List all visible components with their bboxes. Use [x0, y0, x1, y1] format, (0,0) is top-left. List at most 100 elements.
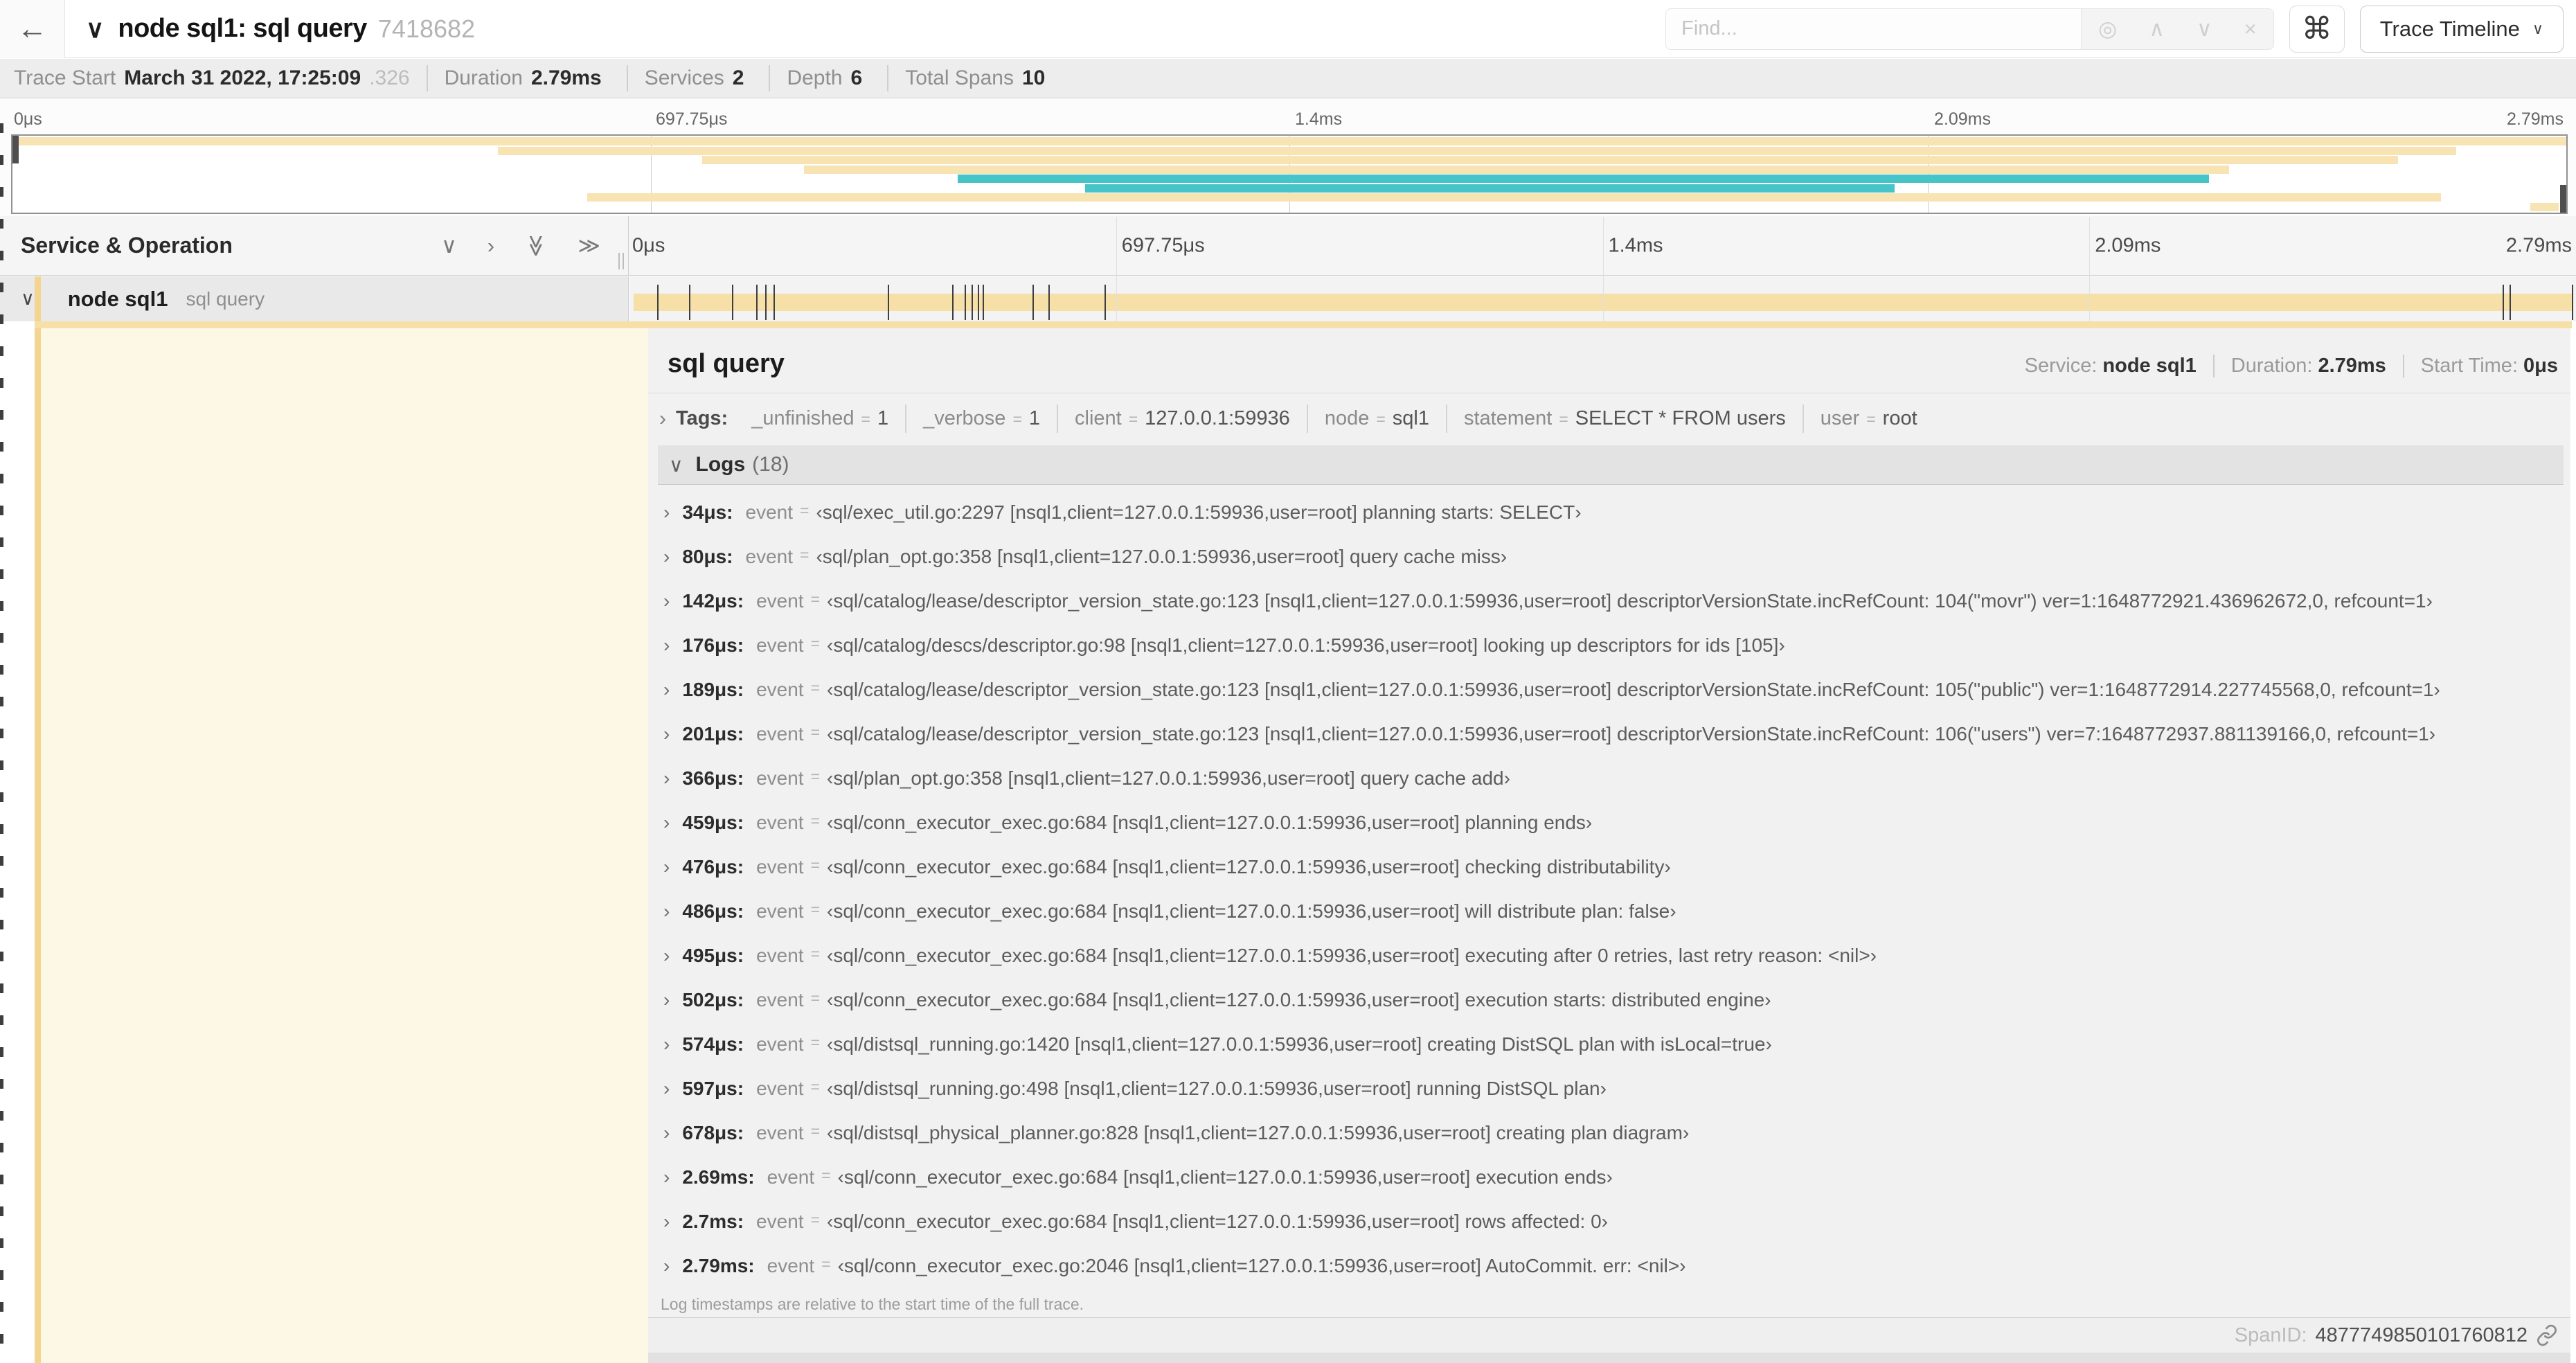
log-equals: =: [821, 1166, 831, 1184]
tag-equals: =: [1866, 410, 1876, 428]
span-detail-header: sql query Service: node sql1 Duration: 2.7…: [648, 328, 2570, 393]
span-row-service-cell[interactable]: ∨ node sql1 sql query: [0, 276, 629, 321]
collapse-deep-icon[interactable]: ≫: [578, 233, 600, 258]
log-equals: =: [810, 1211, 820, 1229]
timeline-tick-label: 1.4ms: [1608, 234, 1663, 256]
log-row[interactable]: › 476μs: event = ‹sql/conn_executor_exec…: [658, 845, 2564, 889]
timeline-gridline: [1602, 217, 1604, 321]
log-timestamp: 495μs:: [682, 945, 744, 966]
keyboard-shortcuts-button[interactable]: ⌘: [2289, 5, 2345, 53]
clear-search-icon[interactable]: ×: [2244, 17, 2257, 42]
span-meta-item: Duration: 2.79ms: [2212, 355, 2386, 377]
log-row[interactable]: › 597μs: event = ‹sql/distsql_running.go…: [658, 1067, 2564, 1111]
span-row[interactable]: ∨ node sql1 sql query: [0, 217, 2576, 321]
log-expand-chevron-icon[interactable]: ›: [663, 1211, 670, 1233]
tags-expand-chevron-icon[interactable]: ›: [659, 407, 666, 431]
log-expand-chevron-icon[interactable]: ›: [663, 812, 670, 834]
log-expand-chevron-icon[interactable]: ›: [663, 767, 670, 790]
back-button[interactable]: ←: [0, 0, 65, 58]
log-row[interactable]: › 2.7ms: event = ‹sql/conn_executor_exec…: [658, 1200, 2564, 1244]
timeline-tick-label: 1.4ms: [1295, 109, 1343, 129]
left-edge-scrollbar[interactable]: [0, 123, 3, 1363]
log-expand-chevron-icon[interactable]: ›: [663, 989, 670, 1011]
summary-value: 2: [732, 66, 744, 89]
prev-result-icon[interactable]: ∧: [2149, 17, 2165, 42]
tag-equals: =: [1128, 410, 1138, 428]
column-resize-grip[interactable]: [618, 253, 624, 269]
summary-item: Depth 6: [769, 65, 870, 91]
logs-count: (18): [752, 453, 789, 476]
collapse-trace-chevron-icon[interactable]: ∨: [86, 15, 104, 44]
log-expand-chevron-icon[interactable]: ›: [663, 546, 670, 568]
minimap-span-bar: [957, 175, 2209, 183]
next-result-icon[interactable]: ∨: [2197, 17, 2212, 42]
log-expand-chevron-icon[interactable]: ›: [663, 590, 670, 612]
tags-row[interactable]: › Tags: _unfinished = 1 _verbose = 1 cli…: [648, 393, 2570, 444]
log-expand-chevron-icon[interactable]: ›: [663, 900, 670, 923]
span-meta-label: Service:: [2024, 355, 2098, 377]
log-expand-chevron-icon[interactable]: ›: [663, 634, 670, 657]
log-expand-chevron-icon[interactable]: ›: [663, 1078, 670, 1100]
log-row[interactable]: › 495μs: event = ‹sql/conn_executor_exec…: [658, 934, 2564, 978]
expand-one-icon[interactable]: ›: [488, 233, 494, 258]
log-row[interactable]: › 678μs: event = ‹sql/distsql_physical_p…: [658, 1111, 2564, 1155]
minimap-left-drag-handle[interactable]: [12, 136, 19, 163]
logs-footnote: Log timestamps are relative to the start…: [661, 1295, 1084, 1313]
span-meta-item: Service: node sql1: [2025, 355, 2197, 377]
log-event-text: ‹sql/conn_executor_exec.go:684 [nsql1,cl…: [827, 989, 1771, 1010]
log-row[interactable]: › 80μs: event = ‹sql/plan_opt.go:358 [ns…: [658, 535, 2564, 579]
log-expand-chevron-icon[interactable]: ›: [663, 679, 670, 701]
log-event-text: ‹sql/distsql_physical_planner.go:828 [ns…: [827, 1122, 1690, 1143]
log-expand-chevron-icon[interactable]: ›: [663, 501, 670, 524]
log-expand-chevron-icon[interactable]: ›: [663, 1255, 670, 1277]
expand-all-icon[interactable]: ≫: [524, 234, 548, 256]
log-row[interactable]: › 189μs: event = ‹sql/catalog/lease/desc…: [658, 668, 2564, 712]
trace-title: node sql1: sql query: [118, 14, 367, 43]
log-row[interactable]: › 459μs: event = ‹sql/conn_executor_exec…: [658, 801, 2564, 845]
log-field-key: event: [745, 501, 794, 523]
log-row[interactable]: › 176μs: event = ‹sql/catalog/descs/desc…: [658, 623, 2564, 668]
minimap-span-bar: [587, 193, 2442, 202]
collapse-all-icon[interactable]: ∨: [441, 233, 457, 258]
logs-collapse-chevron-icon[interactable]: ∨: [669, 454, 683, 476]
tag-equals: =: [861, 410, 870, 428]
minimap-canvas[interactable]: [11, 134, 2568, 214]
timeline-tick-label: 2.09ms: [1934, 109, 1991, 129]
deep-link-icon[interactable]: [2536, 1324, 2558, 1346]
find-input[interactable]: [1665, 8, 2082, 50]
summary-label: Total Spans: [905, 66, 1014, 89]
log-row[interactable]: › 574μs: event = ‹sql/distsql_running.go…: [658, 1022, 2564, 1067]
log-expand-chevron-icon[interactable]: ›: [663, 1166, 670, 1188]
log-row[interactable]: › 2.69ms: event = ‹sql/conn_executor_exe…: [658, 1155, 2564, 1200]
tag-value: 1: [1028, 407, 1041, 429]
log-expand-chevron-icon[interactable]: ›: [663, 856, 670, 878]
minimap-right-drag-handle[interactable]: [2560, 185, 2566, 213]
log-expand-chevron-icon[interactable]: ›: [663, 1033, 670, 1055]
span-meta-value: 2.79ms: [2318, 355, 2386, 377]
log-row[interactable]: › 366μs: event = ‹sql/plan_opt.go:358 [n…: [658, 756, 2564, 801]
log-row[interactable]: › 502μs: event = ‹sql/conn_executor_exec…: [658, 978, 2564, 1022]
log-row[interactable]: › 201μs: event = ‹sql/catalog/lease/desc…: [658, 712, 2564, 756]
summary-label: Duration: [444, 66, 523, 89]
log-equals: =: [810, 723, 821, 741]
log-row[interactable]: › 2.79ms: event = ‹sql/conn_executor_exe…: [658, 1244, 2564, 1288]
locator-icon[interactable]: ◎: [2098, 17, 2117, 42]
log-tick: [732, 285, 734, 320]
log-row[interactable]: › 486μs: event = ‹sql/conn_executor_exec…: [658, 889, 2564, 934]
log-row[interactable]: › 142μs: event = ‹sql/catalog/lease/desc…: [658, 579, 2564, 623]
log-field-key: event: [767, 1166, 815, 1188]
trace-view-selector[interactable]: Trace Timeline ∨: [2359, 5, 2564, 53]
log-tick: [888, 285, 890, 320]
log-timestamp: 2.79ms:: [682, 1255, 755, 1276]
log-equals: =: [810, 1122, 821, 1140]
log-row[interactable]: › 34μs: event = ‹sql/exec_util.go:2297 […: [658, 490, 2564, 535]
summary-item: Total Spans 10: [887, 65, 1053, 91]
log-expand-chevron-icon[interactable]: ›: [663, 1122, 670, 1144]
log-timestamp: 574μs:: [682, 1033, 744, 1055]
log-expand-chevron-icon[interactable]: ›: [663, 945, 670, 967]
log-timestamp: 2.69ms:: [682, 1166, 755, 1188]
log-expand-chevron-icon[interactable]: ›: [663, 723, 670, 745]
log-equals: =: [810, 1078, 821, 1096]
span-collapse-chevron-icon[interactable]: ∨: [21, 288, 35, 310]
logs-header[interactable]: ∨ Logs (18): [658, 445, 2564, 485]
